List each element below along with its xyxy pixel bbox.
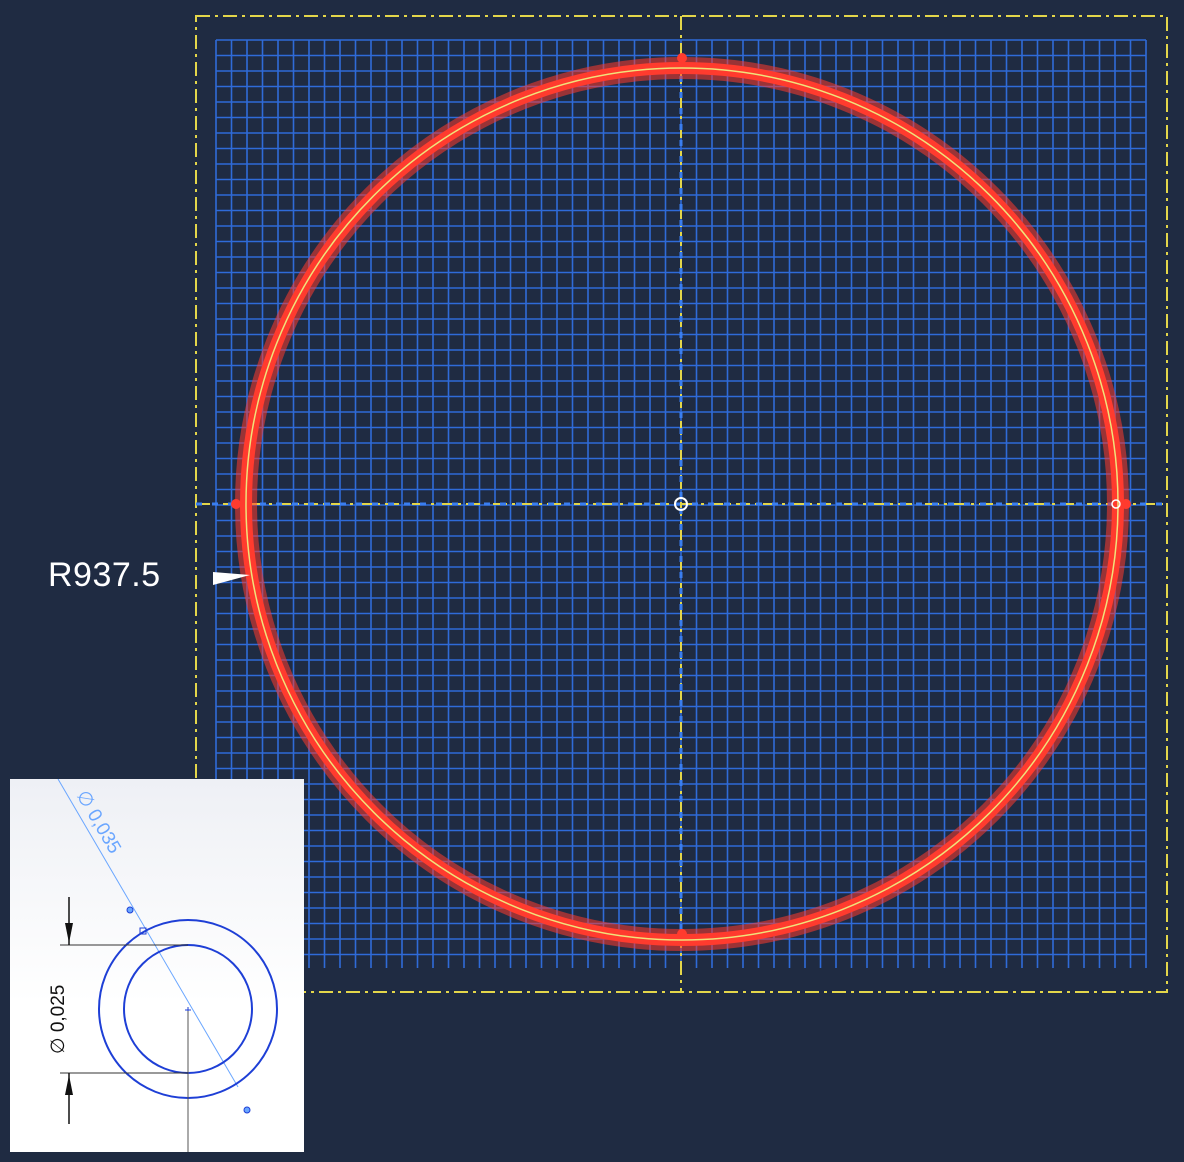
inner-dim-arrow-bottom — [65, 1075, 73, 1095]
vertex-bottom[interactable] — [677, 929, 687, 939]
vertex-left[interactable] — [231, 499, 241, 509]
vertex-top[interactable] — [677, 53, 687, 63]
inset-sketch-panel: ∅ 0,035 ∅ 0,025 — [10, 779, 304, 1152]
inset-sketch-canvas: ∅ 0,035 ∅ 0,025 — [48, 779, 278, 1152]
vertex-right[interactable] — [1121, 499, 1131, 509]
inner-diameter-label[interactable]: ∅ 0,025 — [48, 985, 69, 1054]
leader-end-point — [126, 906, 134, 914]
radius-dimension-label[interactable]: R937.5 — [48, 558, 161, 592]
inner-dim-arrow-top — [65, 923, 73, 943]
sketch-viewport[interactable]: R937.5 ∅ 0,035 ∅ 0,025 — [0, 0, 1184, 1162]
outer-diameter-label[interactable]: ∅ 0,035 — [72, 787, 125, 858]
outer-diameter-leader — [57, 779, 239, 1088]
inset-point — [243, 1106, 251, 1114]
